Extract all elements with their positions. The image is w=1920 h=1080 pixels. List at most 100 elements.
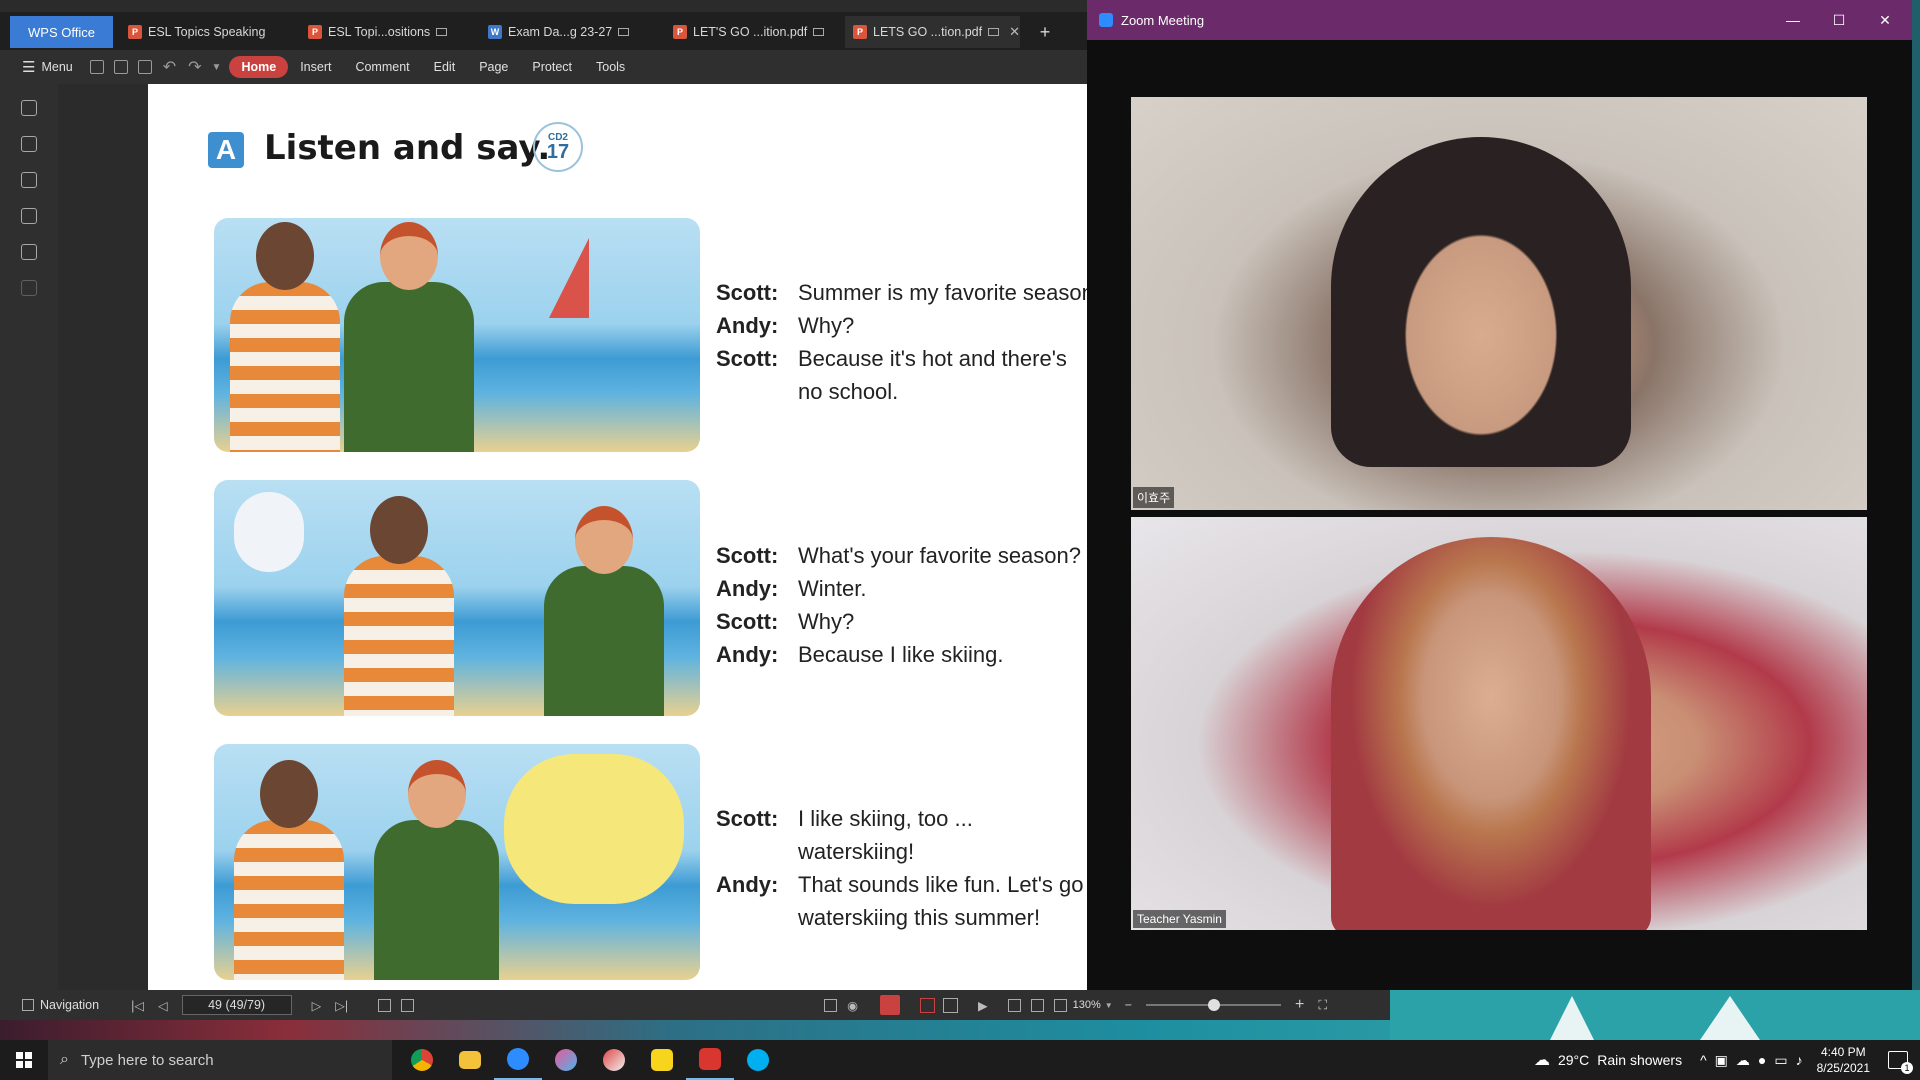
- pdf-page[interactable]: A Listen and say. CD2 17 Scott: Summer is…: [148, 84, 1087, 990]
- zoom-level[interactable]: 130%: [1073, 999, 1101, 1011]
- section-title: Listen and say.: [264, 128, 551, 168]
- tab-lets-go-edition-1[interactable]: P LET'S GO ...ition.pdf: [665, 16, 825, 48]
- clock[interactable]: 4:40 PM 8/25/2021: [1817, 1044, 1870, 1076]
- navigation-panel-icon[interactable]: [22, 999, 34, 1011]
- snipping-tool-icon[interactable]: [590, 1040, 638, 1080]
- speaker: Scott:: [716, 280, 779, 305]
- minimize-icon[interactable]: —: [1770, 0, 1816, 40]
- weather-icon[interactable]: ☁: [1534, 1050, 1550, 1070]
- participant-video-student[interactable]: 이효주: [1131, 97, 1867, 510]
- fullscreen-icon[interactable]: ⛶: [1318, 998, 1327, 1013]
- tab-tools[interactable]: Tools: [584, 56, 637, 78]
- two-page-view-icon[interactable]: [943, 997, 958, 1013]
- open-folder-icon[interactable]: [89, 60, 104, 74]
- line-text: Because it's hot and there's: [798, 346, 1067, 371]
- redo-icon[interactable]: ↷: [188, 57, 201, 77]
- single-page-view-icon[interactable]: [880, 995, 900, 1015]
- last-page-icon[interactable]: ▷|: [335, 998, 348, 1013]
- maximize-icon[interactable]: ☐: [1816, 0, 1862, 40]
- waterskier-cloud: [504, 754, 684, 904]
- tab-esl-topics-speaking[interactable]: P ESL Topics Speaking: [120, 16, 270, 48]
- tab-protect[interactable]: Protect: [520, 56, 584, 78]
- eye-icon[interactable]: ◉: [847, 998, 858, 1013]
- speaker: Andy:: [716, 313, 779, 338]
- speaker: Andy:: [716, 872, 779, 897]
- thumbnail-icon[interactable]: [21, 136, 37, 152]
- fit-width-icon[interactable]: [1030, 998, 1044, 1012]
- volume-icon[interactable]: ♪: [1796, 1052, 1803, 1068]
- navigation-button[interactable]: Navigation: [40, 998, 99, 1012]
- fit-page-icon[interactable]: [824, 998, 838, 1012]
- chevron-up-icon[interactable]: ^: [1700, 1052, 1707, 1068]
- print-icon[interactable]: [137, 60, 152, 74]
- attachment-icon[interactable]: [21, 208, 37, 224]
- windows-logo-icon: [16, 1052, 32, 1068]
- hamburger-icon[interactable]: ☰: [22, 58, 35, 76]
- illustration-skiing: [214, 480, 700, 716]
- add-page-icon[interactable]: [378, 998, 392, 1012]
- prev-page-icon[interactable]: ◁: [158, 998, 168, 1013]
- fit-window-icon[interactable]: [1053, 998, 1067, 1012]
- tab-page[interactable]: Page: [467, 56, 520, 78]
- tab-label: ESL Topi...ositions: [328, 25, 431, 39]
- wps-office-icon[interactable]: [686, 1040, 734, 1080]
- tab-edit[interactable]: Edit: [422, 56, 468, 78]
- start-button[interactable]: [0, 1040, 48, 1080]
- file-explorer-icon[interactable]: [446, 1040, 494, 1080]
- line-text: waterskiing this summer!: [798, 905, 1041, 930]
- paint-app-icon[interactable]: [542, 1040, 590, 1080]
- signature-icon[interactable]: [21, 244, 37, 260]
- chevron-down-icon[interactable]: ▼: [1105, 1001, 1113, 1010]
- zoom-title-bar: Zoom Meeting — ☐ ✕: [1087, 0, 1912, 40]
- notification-count: 1: [1901, 1062, 1913, 1074]
- tab-esl-topics-positions[interactable]: P ESL Topi...ositions: [300, 16, 460, 48]
- next-page-icon[interactable]: ▷: [312, 998, 322, 1013]
- windows-taskbar: ⌕ Type here to search ☁ 29°C Rain shower…: [0, 1040, 1920, 1080]
- zoom-slider-thumb[interactable]: [1207, 999, 1220, 1011]
- first-page-icon[interactable]: |◁: [131, 998, 144, 1013]
- page-number-input[interactable]: 49 (49/79): [181, 995, 292, 1015]
- close-tab-icon[interactable]: ✕: [1009, 24, 1020, 40]
- weather-text[interactable]: Rain showers: [1597, 1052, 1682, 1068]
- undo-icon[interactable]: ↶: [163, 57, 176, 77]
- boy-green-sweater: [344, 222, 474, 452]
- pdf-file-icon: P: [308, 25, 322, 39]
- microphone-icon[interactable]: ●: [1758, 1052, 1766, 1068]
- participant-video-teacher[interactable]: Teacher Yasmin: [1131, 517, 1867, 930]
- sailboat-icon: [1700, 996, 1760, 1040]
- zoom-slider[interactable]: [1146, 999, 1281, 1011]
- tab-home[interactable]: Home: [229, 56, 289, 78]
- new-tab-button[interactable]: +: [1030, 16, 1060, 48]
- taskbar-search-box[interactable]: ⌕ Type here to search: [48, 1040, 392, 1080]
- save-icon[interactable]: [113, 60, 128, 74]
- head: [260, 760, 318, 828]
- bookmark-icon[interactable]: [21, 100, 37, 116]
- network-icon[interactable]: ▭: [1774, 1052, 1787, 1069]
- zoom-in-icon[interactable]: +: [1295, 996, 1304, 1014]
- skype-icon[interactable]: [734, 1040, 782, 1080]
- layers-icon[interactable]: [21, 280, 37, 296]
- tab-lets-go-edition-2[interactable]: P LETS GO ...tion.pdf ✕: [845, 16, 1020, 48]
- close-icon[interactable]: ✕: [1862, 0, 1908, 40]
- continuous-view-icon[interactable]: [920, 997, 935, 1013]
- sticky-notes-icon[interactable]: [638, 1040, 686, 1080]
- zoom-app-icon[interactable]: [494, 1040, 542, 1080]
- meet-now-icon[interactable]: ▣: [1715, 1052, 1728, 1069]
- tab-exam-data[interactable]: W Exam Da...g 23-27: [480, 16, 640, 48]
- tab-comment[interactable]: Comment: [343, 56, 421, 78]
- chevron-down-icon[interactable]: ▼: [212, 62, 222, 73]
- clock-time: 4:40 PM: [1820, 1045, 1866, 1059]
- weather-temp[interactable]: 29°C: [1558, 1052, 1589, 1068]
- notification-center-icon[interactable]: 1: [1888, 1051, 1913, 1074]
- onedrive-icon[interactable]: ☁: [1736, 1052, 1750, 1069]
- zoom-out-icon[interactable]: −: [1125, 998, 1132, 1012]
- chrome-icon[interactable]: [398, 1040, 446, 1080]
- actual-size-icon[interactable]: [1007, 998, 1021, 1012]
- head: [370, 496, 428, 564]
- comment-icon[interactable]: [21, 172, 37, 188]
- tab-insert[interactable]: Insert: [288, 56, 343, 78]
- export-page-icon[interactable]: [401, 998, 415, 1012]
- tab-wps-office[interactable]: WPS Office: [10, 16, 113, 48]
- menu-button[interactable]: Menu: [35, 56, 84, 78]
- play-icon[interactable]: ▶: [978, 998, 988, 1013]
